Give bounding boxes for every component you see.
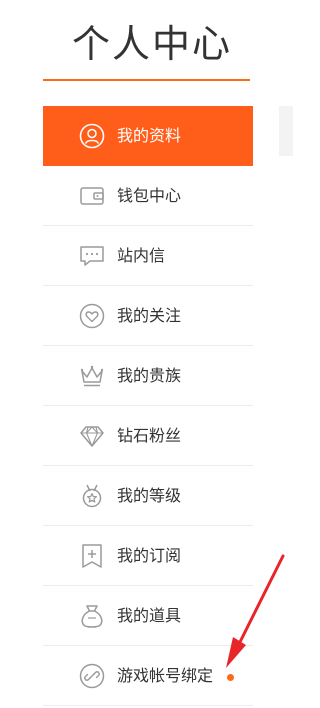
menu-item-my-level[interactable]: 我的等级	[43, 466, 253, 526]
menu-item-my-follows[interactable]: 我的关注	[43, 286, 253, 346]
menu-item-label: 钻石粉丝	[117, 426, 182, 445]
menu-item-my-subscriptions[interactable]: 我的订阅	[43, 526, 253, 586]
notification-dot	[227, 674, 234, 681]
menu-item-label: 钱包中心	[117, 186, 182, 205]
menu-item-label: 我的道具	[117, 606, 182, 625]
menu-item-label: 我的资料	[117, 126, 182, 145]
menu-item-label: 我的关注	[117, 306, 182, 325]
menu-item-game-account-binding[interactable]: 游戏帐号绑定	[43, 646, 253, 706]
heart-circle-icon	[79, 303, 105, 329]
crown-icon	[80, 365, 104, 387]
title-underline	[43, 79, 250, 81]
menu-item-wallet-center[interactable]: 钱包中心	[43, 166, 253, 226]
wallet-icon	[80, 187, 104, 205]
link-icon	[79, 663, 105, 689]
menu-item-my-profile[interactable]: 我的资料	[43, 106, 253, 166]
content-panel-edge	[279, 106, 293, 156]
message-bubble-icon	[80, 246, 104, 266]
bag-icon	[81, 605, 103, 628]
menu-item-my-nobility[interactable]: 我的贵族	[43, 346, 253, 406]
menu-item-label: 我的等级	[117, 486, 182, 505]
menu-item-diamond-fans[interactable]: 钻石粉丝	[43, 406, 253, 466]
personal-center-page: 个人中心 我的资料 钱包中心 站内信 我的关注 我的贵族 钻石粉丝 我的等级 我…	[0, 0, 293, 708]
menu-item-label: 游戏帐号绑定	[117, 666, 214, 685]
sidebar-menu: 我的资料 钱包中心 站内信 我的关注 我的贵族 钻石粉丝 我的等级 我的订阅 我…	[43, 106, 253, 706]
diamond-icon	[80, 426, 104, 447]
menu-item-label: 站内信	[117, 246, 166, 265]
medal-icon	[82, 484, 102, 508]
page-title: 个人中心	[72, 22, 233, 66]
menu-item-label: 我的订阅	[117, 546, 182, 565]
menu-item-inbox[interactable]: 站内信	[43, 226, 253, 286]
menu-item-label: 我的贵族	[117, 366, 182, 385]
menu-item-my-props[interactable]: 我的道具	[43, 586, 253, 646]
bookmark-plus-icon	[82, 544, 102, 568]
user-circle-icon	[79, 123, 105, 149]
